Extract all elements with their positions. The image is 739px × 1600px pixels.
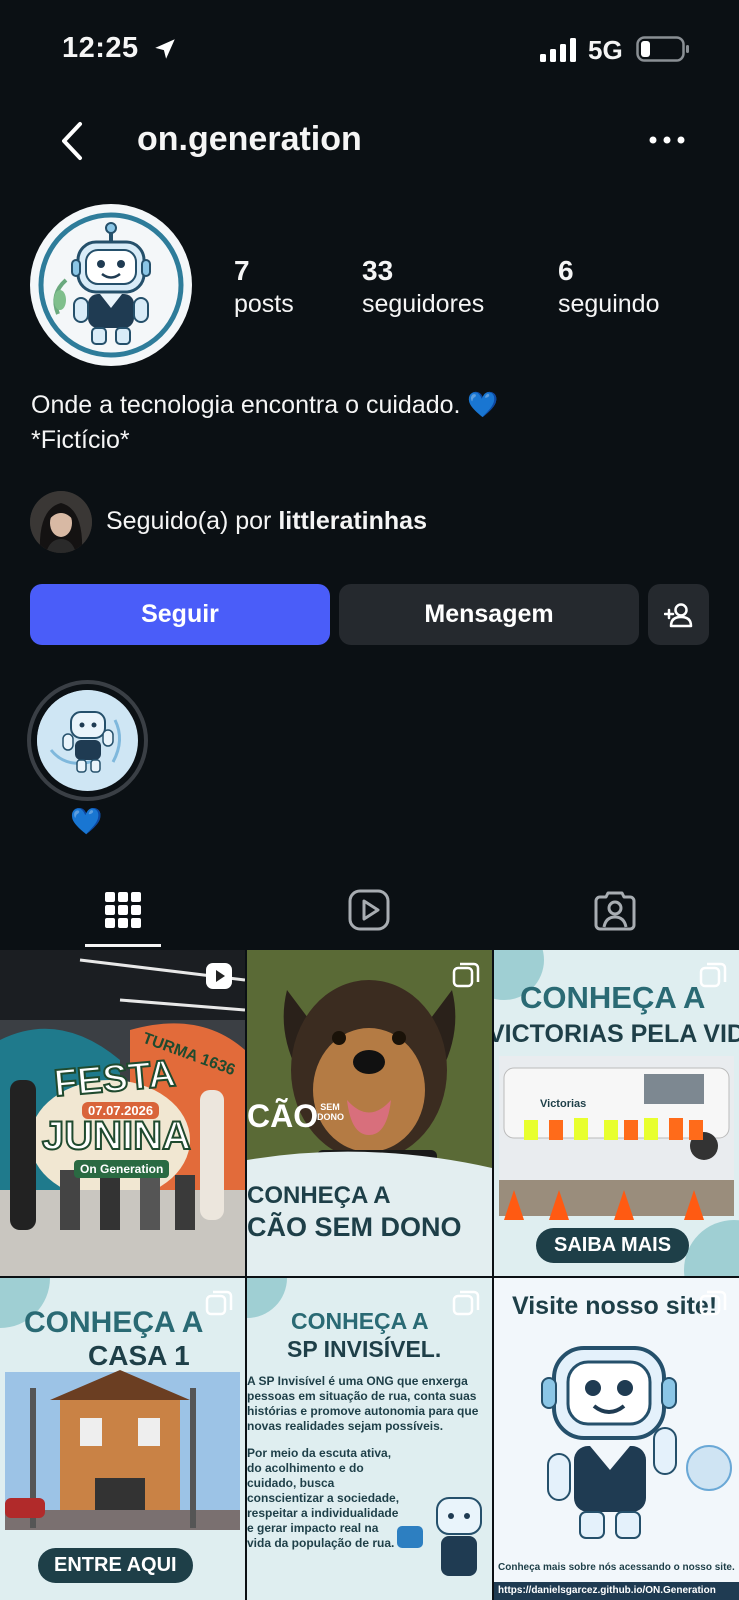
robot-mascot-logo: [38, 212, 184, 358]
status-bar: 12:25 5G: [0, 0, 739, 100]
tab-reels[interactable]: [246, 868, 492, 952]
profile-tabs: [0, 868, 739, 952]
post-tile[interactable]: CONHEÇA A SP INVISÍVEL. A SP Invisível é…: [247, 1278, 492, 1600]
follow-button[interactable]: Seguir: [30, 584, 330, 645]
tab-tagged[interactable]: [492, 868, 738, 952]
signal-icon: [540, 38, 576, 62]
reel-icon: [206, 963, 232, 989]
post-title-line2: SP INVISÍVEL.: [287, 1336, 442, 1362]
message-button[interactable]: Mensagem: [339, 584, 639, 645]
story-highlight[interactable]: [27, 680, 148, 801]
post-title-line2: CASA 1: [88, 1340, 190, 1371]
follower-avatar: [30, 491, 92, 553]
post-van-label: Victorias: [540, 1098, 587, 1110]
posts-stat[interactable]: 7 posts: [234, 254, 294, 320]
post-tile[interactable]: CÃO SEM DONO CONHEÇA A CÃO SEM DONO: [247, 950, 492, 1276]
followers-label: seguidores: [362, 290, 485, 318]
active-tab-indicator: [85, 944, 161, 947]
post-image-visite-site: [494, 1278, 739, 1600]
post-url: https://danielsgarcez.github.io/ON.Gener…: [498, 1585, 716, 1596]
post-cta: SAIBA MAIS: [536, 1228, 690, 1263]
post-logo: CÃO: [247, 1098, 319, 1134]
post-logo-small: SEM DONO: [317, 1102, 344, 1122]
post-title-line2: VICTORIAS PELA VIDA: [494, 1020, 739, 1048]
profile-bio: Onde a tecnologia encontra o cuidado. 💙 …: [31, 388, 499, 458]
carousel-icon: [452, 962, 480, 988]
grid-icon: [105, 892, 141, 928]
back-icon[interactable]: [56, 116, 90, 166]
bio-line-2: *Fictício*: [31, 426, 130, 454]
reels-icon: [348, 889, 390, 931]
posts-count: 7: [234, 255, 250, 286]
following-count: 6: [558, 255, 574, 286]
highlight-label: 💙: [70, 806, 103, 836]
followed-by-name[interactable]: littleratinhas: [278, 507, 427, 535]
post-paragraph-1: A SP Invisível é uma ONG que enxerga pes…: [247, 1374, 479, 1433]
profile-username: on.generation: [137, 120, 362, 158]
bio-line-1: Onde a tecnologia encontra o cuidado. 💙: [31, 391, 499, 419]
post-tile[interactable]: Visite nosso site! Conheça mais sobre nó…: [494, 1278, 739, 1600]
carousel-icon: [699, 1290, 727, 1316]
post-footer-text: Conheça mais sobre nós acessando o nosso…: [498, 1562, 735, 1573]
post-title-line1: CONHEÇA A: [247, 1182, 391, 1209]
following-label: seguindo: [558, 290, 660, 318]
carousel-icon: [699, 962, 727, 988]
profile-avatar[interactable]: [30, 204, 192, 366]
tab-posts-grid[interactable]: [0, 868, 246, 952]
post-title-line1: CONHEÇA A: [291, 1308, 429, 1334]
location-arrow-icon: [155, 39, 175, 59]
carousel-icon: [452, 1290, 480, 1316]
posts-label: posts: [234, 290, 294, 318]
add-user-icon: [663, 602, 692, 627]
post-title-line2: CÃO SEM DONO: [247, 1212, 462, 1242]
post-paragraph-2: Por meio da escuta ativa, do acolhimento…: [247, 1446, 400, 1550]
post-tile[interactable]: CONHEÇA A CASA 1 ENTRE AQUI: [0, 1278, 245, 1600]
post-title-line1: Visite nosso site!: [512, 1292, 718, 1320]
carousel-icon: [205, 1290, 233, 1316]
more-options-icon[interactable]: [646, 122, 688, 158]
post-title-line2: JUNINA: [41, 1113, 192, 1159]
network-label: 5G: [588, 35, 623, 65]
following-stat[interactable]: 6 seguindo: [558, 254, 659, 320]
post-cta: ENTRE AQUI: [38, 1548, 193, 1583]
post-title-line1: CONHEÇA A: [24, 1306, 204, 1339]
followed-by-text: Seguido(a) por littleratinhas: [106, 507, 427, 535]
followers-count: 33: [362, 255, 394, 286]
followers-stat[interactable]: 33 seguidores: [362, 254, 484, 320]
post-tag: On Generation: [74, 1160, 170, 1178]
followed-by-row[interactable]: Seguido(a) por littleratinhas: [30, 491, 710, 553]
suggested-users-button[interactable]: [648, 584, 709, 645]
status-time: 12:25: [62, 32, 139, 64]
highlight-cover: [37, 690, 138, 791]
post-tile[interactable]: TURMA 1636 FESTA 07.07.2026 JUNINA On Ge…: [0, 950, 245, 1276]
post-title-line1: CONHEÇA A: [520, 980, 706, 1015]
posts-grid: TURMA 1636 FESTA 07.07.2026 JUNINA On Ge…: [0, 950, 739, 1600]
post-tile[interactable]: Victorias CONHEÇA A VICTORIAS PELA VIDA …: [494, 950, 739, 1276]
battery-icon: [636, 36, 689, 62]
tagged-user-icon: [594, 891, 636, 931]
profile-header: on.generation: [0, 108, 739, 172]
